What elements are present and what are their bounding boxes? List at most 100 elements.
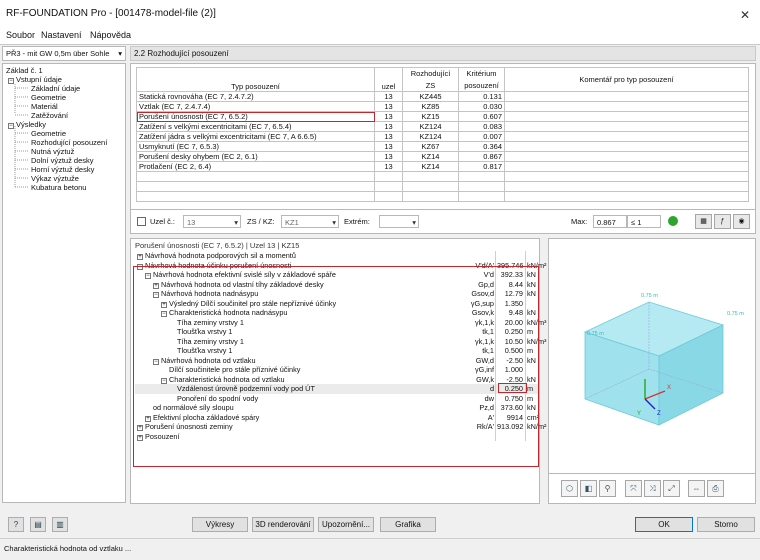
view-x-icon[interactable]: ⤧ <box>625 480 642 497</box>
export-icon[interactable]: ▤ <box>30 517 46 532</box>
column-divider <box>525 251 526 261</box>
foundation-block <box>583 301 725 426</box>
max-condition: ≤ 1 <box>627 215 661 228</box>
help-icon[interactable]: ? <box>8 517 24 532</box>
detail-row[interactable]: + Návrhová hodnota podporových sil a mome… <box>135 251 539 261</box>
menu-soubor[interactable]: Soubor <box>6 30 35 40</box>
col-header-type[interactable]: Typ posouzení <box>136 67 375 92</box>
zs-label: ZS / KZ: <box>247 217 275 226</box>
tree-item-zatezovani[interactable]: Zatěžování <box>31 111 68 120</box>
cell-comment <box>504 161 749 172</box>
details-panel: Porušení únosnosti (EC 7, 6.5.2) | Uzel … <box>130 238 546 504</box>
filter-icon[interactable]: ƒ <box>714 214 731 229</box>
tree-item-horni[interactable]: Horní výztuž desky <box>31 165 94 174</box>
grafika-button[interactable]: Grafika <box>380 517 436 532</box>
view-z-icon[interactable]: ⤢ <box>663 480 680 497</box>
node-checkbox[interactable] <box>137 217 146 226</box>
load-case-value: PŘ3 - mit GW 0,5m über Sohle <box>6 49 110 58</box>
cell-comment <box>504 121 749 132</box>
col-header-node[interactable]: uzel <box>374 67 403 92</box>
zs-select[interactable]: KZ1 ▾ <box>281 215 339 228</box>
iso-view-icon[interactable]: ⬡ <box>561 480 578 497</box>
cell-zs: KZ15 <box>402 111 459 122</box>
table-icon[interactable]: ▦ <box>695 214 712 229</box>
ok-button[interactable]: OK <box>635 517 693 532</box>
tree-item-geometrie-in[interactable]: Geometrie <box>31 93 66 102</box>
tree-item-zakladni-udaje[interactable]: Základní údaje <box>31 84 80 93</box>
table-row[interactable]: Usmyknutí (EC 7, 6.5.3) 13 KZ67 0.364 <box>136 141 749 152</box>
menu-bar: Soubor Nastavení Nápověda <box>0 28 760 44</box>
section-header: 2.2 Rozhodující posouzení <box>130 46 756 61</box>
cell-type: Statická rovnováha (EC 7, 2.4.7.2) <box>136 91 375 102</box>
load-case-combo[interactable]: PŘ3 - mit GW 0,5m über Sohle ▾ <box>2 46 126 61</box>
table-row-selected[interactable]: Porušení únosnosti (EC 7, 6.5.2) 13 KZ15… <box>136 111 749 122</box>
col-header-comment[interactable]: Komentář pro typ posouzení <box>504 67 749 92</box>
menu-nastaveni[interactable]: Nastavení <box>41 30 82 40</box>
tree-item-nutna[interactable]: Nutná výztuž <box>31 147 74 156</box>
tree-item-kubatura[interactable]: Kubatura betonu <box>31 183 86 192</box>
window-title: RF-FOUNDATION Pro - [001478-model-file (… <box>6 8 216 19</box>
tree-item-vykaz[interactable]: Výkaz výztuže <box>31 174 79 183</box>
highlight-value <box>498 383 527 393</box>
3d-view[interactable]: X Y Z 0.75 m 0.75 m 0.75 m <box>548 238 756 474</box>
col-header-crit[interactable]: posouzení <box>458 79 505 92</box>
bottom-bar: ? ▤ ▥ Výkresy 3D renderování Upozornění.… <box>0 508 760 536</box>
tree-item-material[interactable]: Materiál <box>31 102 58 111</box>
cell-comment <box>504 111 749 122</box>
tree-item-rozhodujici[interactable]: Rozhodující posouzení <box>31 138 108 147</box>
table-row[interactable]: Protlačení (EC 2, 6.4) 13 KZ14 0.817 <box>136 161 749 172</box>
table-row[interactable]: Statická rovnováha (EC 7, 2.4.7.2) 13 KZ… <box>136 91 749 102</box>
extrem-select[interactable]: ▾ <box>379 215 419 228</box>
dimension-icon[interactable]: ⇔ <box>688 480 705 497</box>
cell-node: 13 <box>374 91 403 102</box>
menu-napoveda[interactable]: Nápověda <box>90 30 131 40</box>
vykresy-button[interactable]: Výkresy <box>192 517 248 532</box>
chevron-down-icon: ▾ <box>332 218 336 227</box>
extrem-label: Extrém: <box>344 217 370 226</box>
render-3d-button[interactable]: 3D renderování <box>252 517 314 532</box>
node-select[interactable]: 13 ▾ <box>183 215 241 228</box>
cell-node: 13 <box>374 161 403 172</box>
navigation-tree: Základ č. 1 − Vstupní údaje Základní údaj… <box>2 63 126 503</box>
eye-icon[interactable]: ◉ <box>733 214 750 229</box>
print-icon[interactable]: ⎙ <box>707 480 724 497</box>
expand-icon[interactable]: + <box>137 254 143 260</box>
cell-comment <box>504 101 749 112</box>
close-icon[interactable]: ✕ <box>740 8 750 22</box>
cell-node: 13 <box>374 141 403 152</box>
tree-item-dolni[interactable]: Dolní výztuž desky <box>31 156 94 165</box>
chevron-down-icon: ▾ <box>234 218 238 227</box>
zoom-icon[interactable]: ⚲ <box>599 480 616 497</box>
cell-crit: 0.867 <box>458 151 505 162</box>
col-header-zs-top[interactable]: Rozhodující <box>402 67 459 80</box>
cell-crit: 0.007 <box>458 131 505 142</box>
cell-node: 13 <box>374 131 403 142</box>
tree-root[interactable]: Základ č. 1 <box>6 66 43 75</box>
table-row[interactable]: Porušení desky ohybem (EC 2, 6.1) 13 KZ1… <box>136 151 749 162</box>
storno-button[interactable]: Storno <box>697 517 755 532</box>
col-header-zs[interactable]: ZS <box>402 79 459 92</box>
chevron-down-icon: ▾ <box>412 218 416 227</box>
upozorneni-button[interactable]: Upozornění... <box>318 517 374 532</box>
design-table-panel: Typ posouzení uzel Rozhodující Kritérium… <box>130 63 756 210</box>
col-header-crit-top[interactable]: Kritérium <box>458 67 505 80</box>
view-y-icon[interactable]: ⤨ <box>644 480 661 497</box>
table-row[interactable]: Vztlak (EC 7, 2.4.7.4) 13 KZ85 0.030 <box>136 101 749 112</box>
cell-type: Porušení desky ohybem (EC 2, 6.1) <box>136 151 375 162</box>
view-toolbar: ⬡ ◧ ⚲ ⤧ ⤨ ⤢ ⇔ ⎙ <box>548 474 756 504</box>
check-ok-icon <box>668 216 678 226</box>
table-row[interactable]: Zatížení s velkými excentricitami (EC 7,… <box>136 121 749 132</box>
cell-zs: KZ124 <box>402 121 459 132</box>
table-row[interactable]: Zatížení jádra s velkými excentricitami … <box>136 131 749 142</box>
settings-icon[interactable]: ▥ <box>52 517 68 532</box>
cell-node: 13 <box>374 101 403 112</box>
cell-node: 13 <box>374 151 403 162</box>
cell-zs: KZ445 <box>402 91 459 102</box>
max-value: 0.867 <box>593 215 627 228</box>
tree-item-geometrie[interactable]: Geometrie <box>31 129 66 138</box>
render-icon[interactable]: ◧ <box>580 480 597 497</box>
dim-label: 0.75 m <box>727 311 744 317</box>
foundation-3d-graphic: X Y Z 0.75 m 0.75 m 0.75 m <box>583 293 744 426</box>
svg-text:Z: Z <box>657 411 661 417</box>
svg-text:Y: Y <box>637 411 641 417</box>
